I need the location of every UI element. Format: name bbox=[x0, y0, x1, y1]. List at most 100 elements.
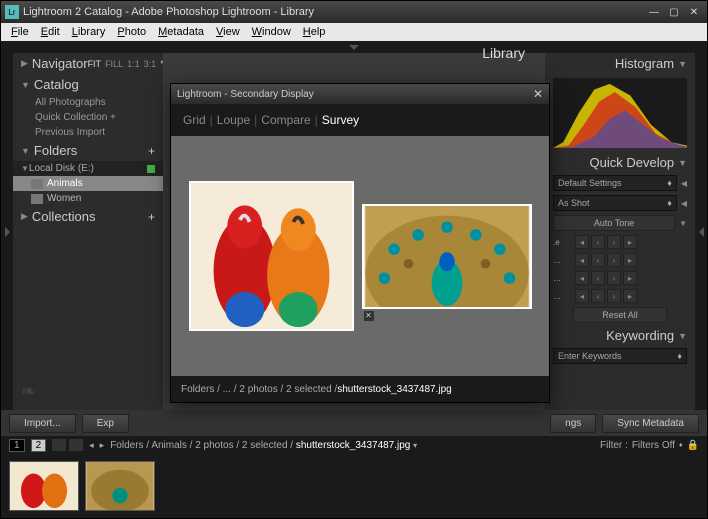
secondary-close-button[interactable]: ✕ bbox=[533, 87, 543, 101]
expand-icon[interactable]: ◀ bbox=[681, 199, 687, 208]
stepper-dec[interactable]: ‹ bbox=[591, 271, 605, 285]
display-2-button[interactable]: 2 bbox=[31, 439, 47, 452]
survey-image-1[interactable] bbox=[189, 181, 354, 331]
display-1-button[interactable]: 1 bbox=[9, 439, 25, 452]
expand-icon[interactable]: ◀ bbox=[681, 179, 687, 188]
whitebalance-select[interactable]: As Shot ♦ bbox=[553, 195, 677, 211]
qd-label: … bbox=[553, 274, 571, 283]
stepper-inc2[interactable]: ▸ bbox=[623, 271, 637, 285]
chevron-down-icon: ▼ bbox=[21, 146, 30, 156]
close-button[interactable]: ✕ bbox=[685, 5, 703, 19]
import-button[interactable]: Import... bbox=[9, 414, 76, 433]
catalog-item-previous[interactable]: Previous Import bbox=[13, 125, 163, 140]
titlebar: Lr Lightroom 2 Catalog - Adobe Photoshop… bbox=[1, 1, 707, 23]
zoom-1-1[interactable]: 1:1 bbox=[127, 59, 140, 69]
volume-label: Local Disk (E:) bbox=[29, 163, 94, 174]
stepper-inc2[interactable]: ▸ bbox=[623, 253, 637, 267]
right-panel-grip[interactable] bbox=[695, 53, 707, 410]
stepper-dec2[interactable]: ◂ bbox=[575, 235, 589, 249]
top-panel-grip[interactable] bbox=[1, 41, 707, 53]
catalog-item-quick[interactable]: Quick Collection + bbox=[13, 110, 163, 125]
menu-library[interactable]: Library bbox=[66, 26, 112, 38]
stepper-inc[interactable]: › bbox=[607, 253, 621, 267]
preset-select[interactable]: Default Settings ♦ bbox=[553, 175, 677, 191]
expand-icon[interactable]: ▼ bbox=[679, 219, 687, 228]
menu-file[interactable]: File bbox=[5, 26, 35, 38]
right-panel: Histogram ▼ Quick Develop ▼ Default Sett… bbox=[545, 53, 695, 410]
tab-loupe[interactable]: Loupe bbox=[217, 113, 250, 127]
menu-help[interactable]: Help bbox=[297, 26, 332, 38]
thumbnail-peacock[interactable] bbox=[85, 461, 155, 511]
filter-value[interactable]: Filters Off bbox=[632, 440, 675, 451]
zoom-fill[interactable]: FILL bbox=[105, 59, 123, 69]
folder-women[interactable]: Women bbox=[13, 191, 163, 206]
filter-label: Filter : bbox=[600, 440, 628, 451]
chevron-down-icon: ▼ bbox=[678, 158, 687, 168]
stepper-inc[interactable]: › bbox=[607, 289, 621, 303]
zoom-3-1[interactable]: 3:1 bbox=[144, 59, 157, 69]
stepper-inc2[interactable]: ▸ bbox=[623, 235, 637, 249]
navigator-header[interactable]: ▶ Navigator FIT FILL 1:1 3:1 ♦ bbox=[13, 53, 163, 74]
autotone-button[interactable]: Auto Tone bbox=[553, 215, 675, 231]
sync-metadata-button[interactable]: Sync Metadata bbox=[602, 414, 699, 433]
folders-header[interactable]: ▼ Folders + bbox=[13, 140, 163, 161]
minimize-button[interactable]: — bbox=[645, 5, 663, 19]
tab-survey[interactable]: Survey bbox=[322, 113, 359, 127]
crumb-file: shutterstock_3437487.jpg bbox=[296, 440, 411, 451]
loupe-view-icon[interactable] bbox=[69, 439, 83, 451]
stepper-dec2[interactable]: ◂ bbox=[575, 289, 589, 303]
tab-compare[interactable]: Compare bbox=[261, 113, 310, 127]
nav-prev-icon[interactable]: ◂ bbox=[89, 440, 94, 451]
menu-photo[interactable]: Photo bbox=[111, 26, 152, 38]
resetall-button[interactable]: Reset All bbox=[573, 307, 667, 323]
settings-button[interactable]: ngs bbox=[550, 414, 596, 433]
filter-menu-icon[interactable]: ♦ bbox=[679, 442, 683, 449]
survey-image-2[interactable]: ✕ bbox=[362, 204, 532, 309]
secondary-crumb-file: shutterstock_3437487.jpg bbox=[337, 384, 452, 395]
tab-grid[interactable]: Grid bbox=[183, 113, 206, 127]
collections-header[interactable]: ▶ Collections + bbox=[13, 206, 163, 227]
secondary-body: ✕ bbox=[171, 136, 549, 376]
volume-header[interactable]: ▼Local Disk (E:) bbox=[13, 161, 163, 176]
folder-icon bbox=[31, 194, 43, 204]
stepper-dec2[interactable]: ◂ bbox=[575, 271, 589, 285]
keywords-select[interactable]: Enter Keywords ♦ bbox=[553, 348, 687, 364]
remove-image-button[interactable]: ✕ bbox=[364, 311, 374, 321]
nav-next-icon[interactable]: ▸ bbox=[100, 440, 105, 451]
maximize-button[interactable]: ▢ bbox=[665, 5, 683, 19]
app-icon: Lr bbox=[5, 5, 19, 19]
keywording-title: Keywording bbox=[606, 328, 674, 343]
secondary-footer: Folders / ... / 2 photos / 2 selected / … bbox=[171, 376, 549, 402]
menu-view[interactable]: View bbox=[210, 26, 246, 38]
chevron-right-icon: ▶ bbox=[21, 211, 28, 222]
left-panel-grip[interactable] bbox=[1, 53, 13, 410]
stepper-dec[interactable]: ‹ bbox=[591, 253, 605, 267]
export-button[interactable]: Exp bbox=[82, 414, 129, 433]
menu-metadata[interactable]: Metadata bbox=[152, 26, 210, 38]
stepper-dec2[interactable]: ◂ bbox=[575, 253, 589, 267]
filter-lock-icon[interactable]: 🔒 bbox=[687, 440, 699, 451]
thumbnail-parrots[interactable] bbox=[9, 461, 79, 511]
quickdevelop-header[interactable]: Quick Develop ▼ bbox=[545, 152, 695, 173]
folder-animals[interactable]: ▶ Animals bbox=[13, 176, 163, 191]
add-collection-button[interactable]: + bbox=[148, 210, 155, 224]
stepper-inc[interactable]: › bbox=[607, 235, 621, 249]
histogram-header[interactable]: Histogram ▼ bbox=[545, 53, 695, 74]
bottom-toolbar: Import... Exp ngs Sync Metadata bbox=[1, 410, 707, 436]
crumb-menu-icon[interactable]: ▾ bbox=[413, 441, 417, 450]
menu-window[interactable]: Window bbox=[246, 26, 297, 38]
module-label[interactable]: Library bbox=[482, 45, 525, 61]
folders-title: Folders bbox=[34, 143, 77, 158]
keywording-header[interactable]: Keywording ▼ bbox=[545, 325, 695, 346]
stepper-dec[interactable]: ‹ bbox=[591, 289, 605, 303]
catalog-item-all[interactable]: All Photographs bbox=[13, 95, 163, 110]
menu-edit[interactable]: Edit bbox=[35, 26, 66, 38]
grid-view-icon[interactable] bbox=[52, 439, 66, 451]
secondary-crumb-path: Folders / ... / 2 photos / 2 selected / bbox=[181, 384, 337, 395]
add-folder-button[interactable]: + bbox=[148, 144, 155, 158]
catalog-header[interactable]: ▼ Catalog bbox=[13, 74, 163, 95]
stepper-inc[interactable]: › bbox=[607, 271, 621, 285]
stepper-dec[interactable]: ‹ bbox=[591, 235, 605, 249]
zoom-fit[interactable]: FIT bbox=[88, 59, 102, 69]
stepper-inc2[interactable]: ▸ bbox=[623, 289, 637, 303]
